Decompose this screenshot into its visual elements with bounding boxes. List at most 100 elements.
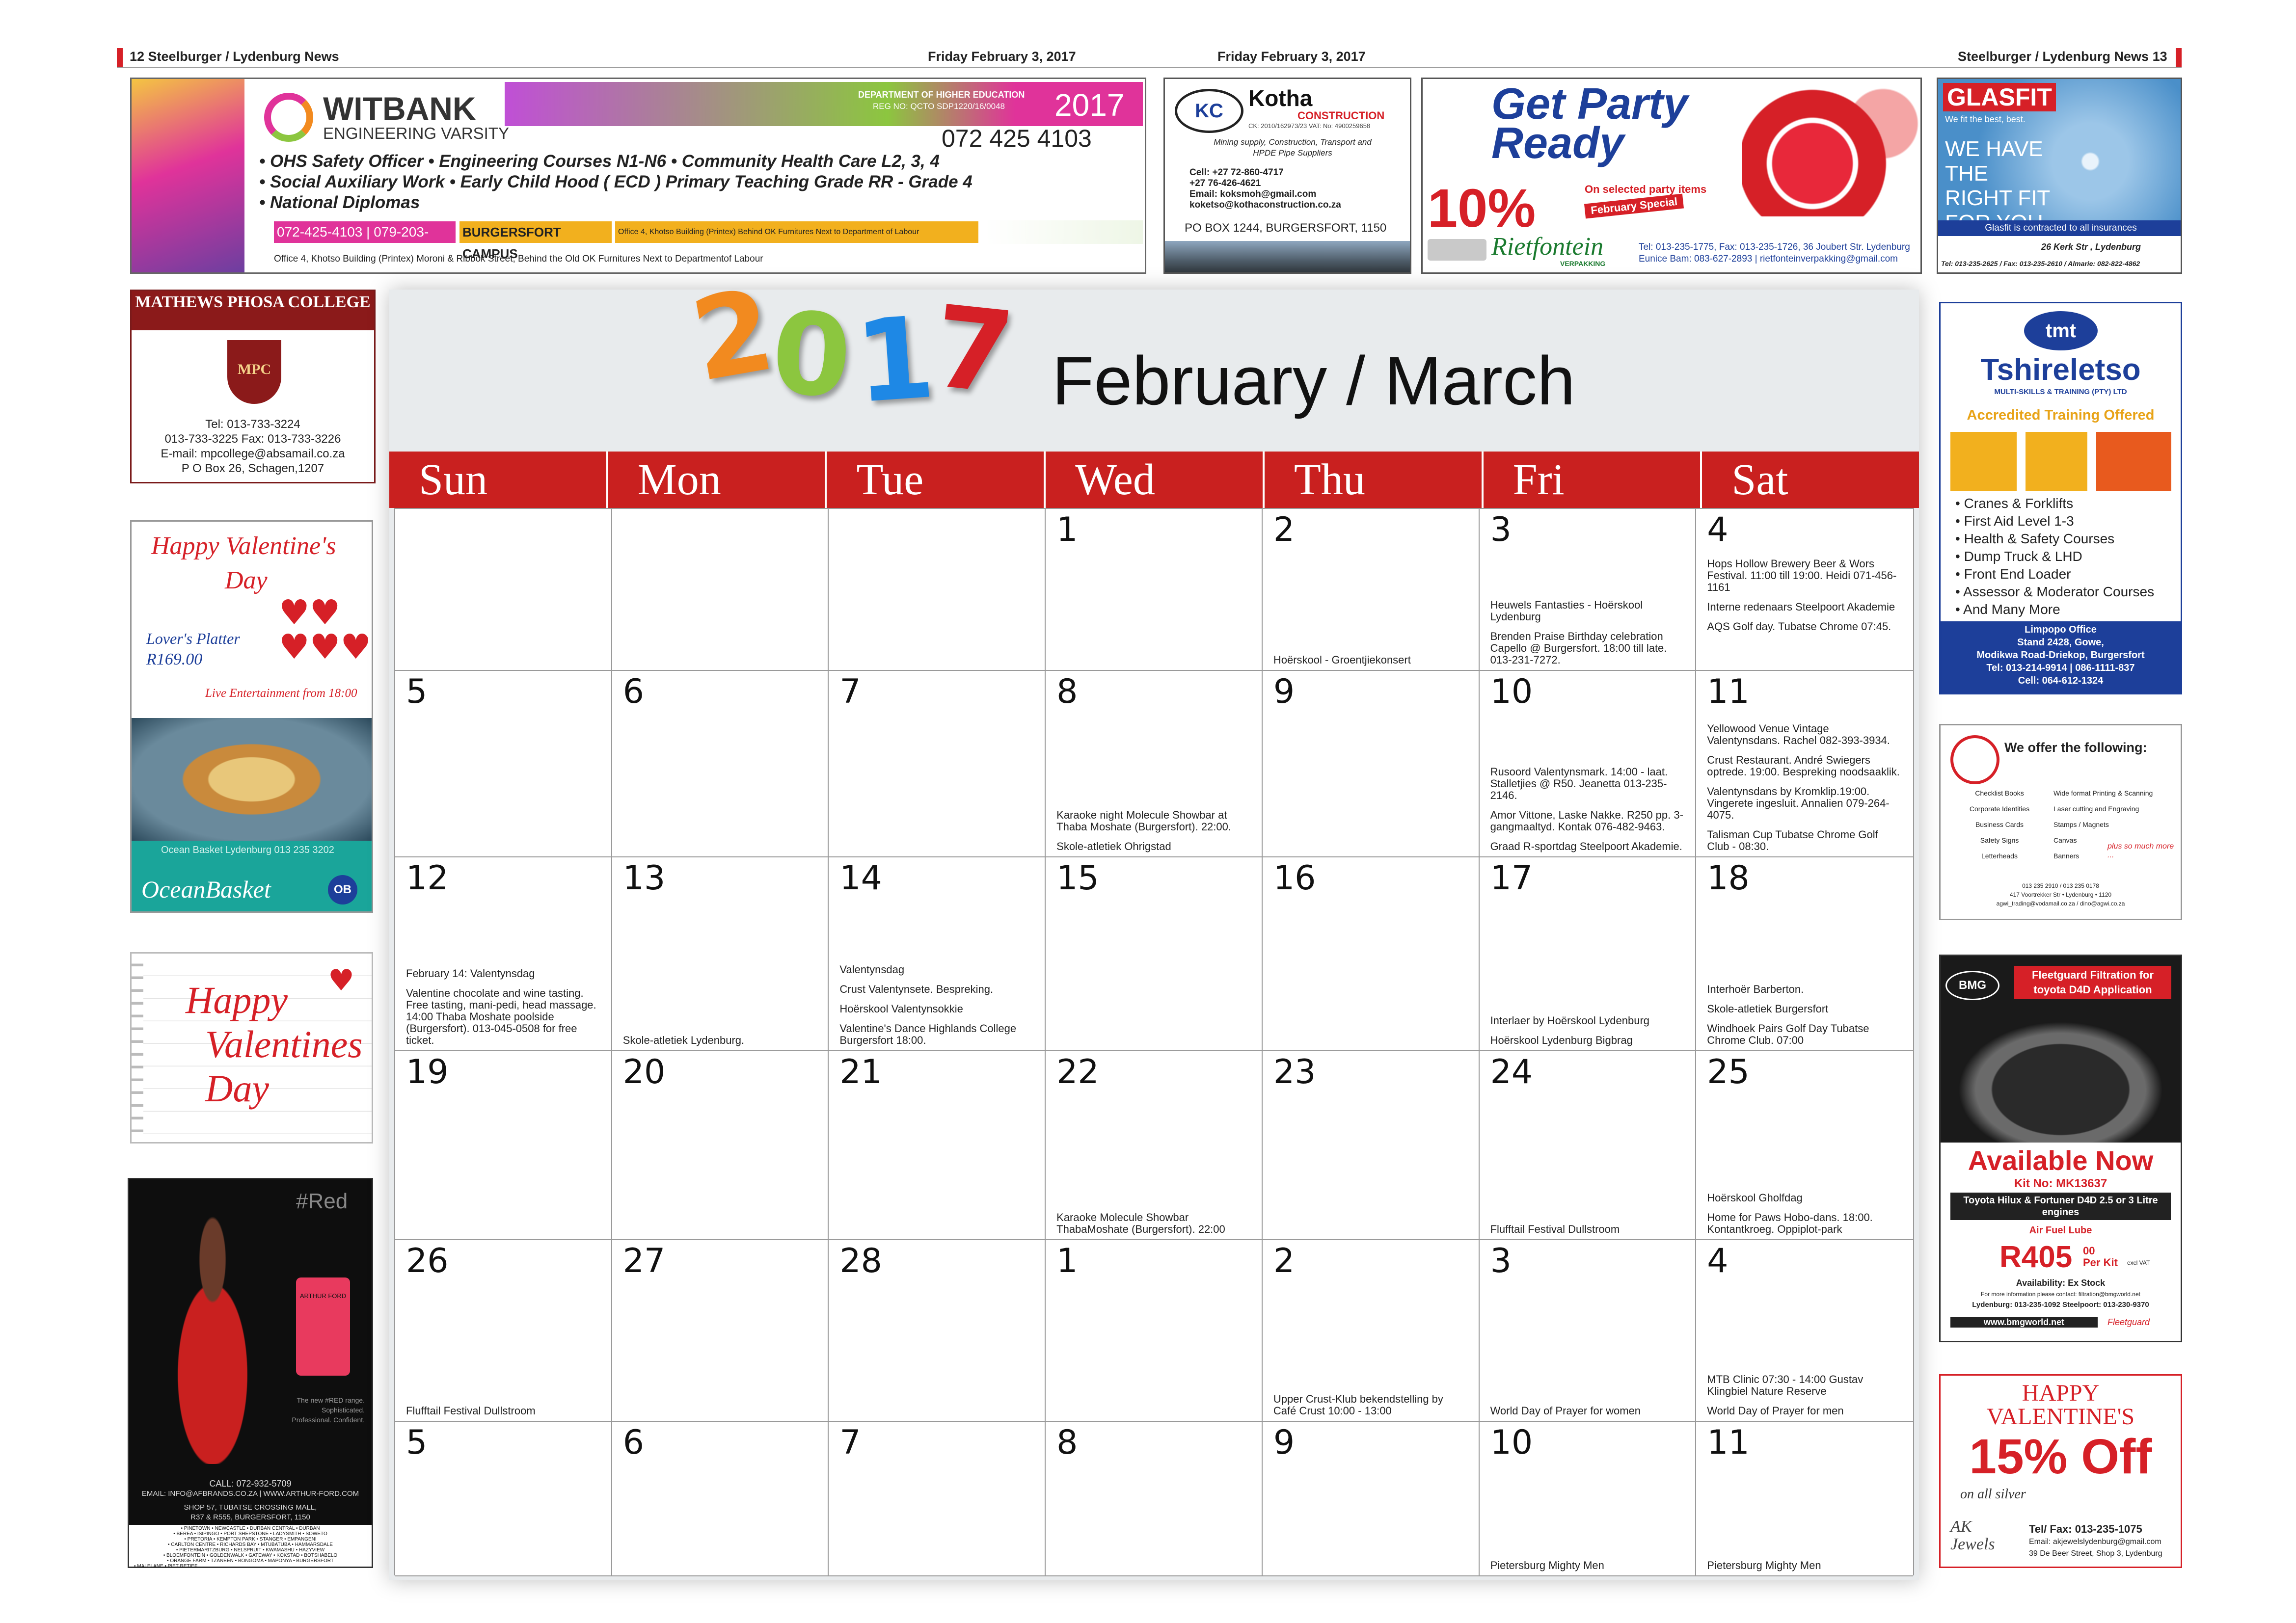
calendar-day-number: 8 <box>1056 1423 1078 1462</box>
tshireletso-course-1: • Cranes & Forklifts <box>1955 496 2074 511</box>
machinery-icons <box>1950 432 2171 491</box>
mathews-crest-icon: MPC <box>227 340 281 404</box>
mathews-phosa-ad[interactable]: MATHEWS PHOSA COLLEGE MPC Tel: 013-733-3… <box>130 290 376 483</box>
calendar-day-events: World Day of Prayer for women <box>1490 1405 1686 1417</box>
calendar-day-cell: 25 Hoërskool Gholfdag Home for Paws Hobo-d… <box>1696 1051 1913 1240</box>
printing-right-3: Stamps / Magnets <box>2053 821 2109 828</box>
calendar-day-cell: 12 February 14: Valentynsdag Valentine cho… <box>395 857 612 1051</box>
tshireletso-ad[interactable]: tmt Tshireletso MULTI-SKILLS & TRAINING … <box>1939 302 2182 694</box>
bmg-ad[interactable]: BMG Fleetguard Filtration for toyota D4D… <box>1939 955 2182 1342</box>
glasfit-note: Glasfit is contracted to all insurances <box>1938 220 2181 236</box>
calendar-month-title: February / March <box>1052 342 1575 419</box>
red-email: EMAIL: INFO@AFBRANDS.CO.ZA | WWW.ARTHUR-… <box>141 1490 359 1498</box>
red-tag: #Red <box>296 1189 348 1213</box>
calendar-day-events: MTB Clinic 07:30 - 14:00 Gustav Klingbie… <box>1707 1374 1903 1417</box>
calendar-event: Hops Hollow Brewery Beer & Wors Festival… <box>1707 558 1897 593</box>
calendar-day-cell: 6 <box>612 671 829 857</box>
right-date: Friday February 3, 2017 <box>1217 49 1366 64</box>
bmg-truck-photo <box>1941 1010 2181 1143</box>
jewels-line-1: HAPPY <box>2022 1380 2100 1406</box>
calendar-event: Karaoke Molecule Showbar ThabaMoshate (B… <box>1056 1211 1225 1235</box>
calendar-day-cell: 19 <box>395 1051 612 1240</box>
calendar-day-cell: 9 <box>1262 1422 1480 1576</box>
witbank-campus-addr: Office 4, Khotso Building (Printex) Behi… <box>615 221 978 243</box>
calendar-day-cell: 16 <box>1262 857 1480 1051</box>
weekday-header: Sun Mon Tue Wed Thu Fri Sat <box>389 452 1919 508</box>
kotha-ck: CK: 2010/162973/23 VAT: No: 4900259658 <box>1248 122 1371 130</box>
bmg-filters: Air Fuel Lube <box>2029 1225 2092 1236</box>
tshireletso-logo-icon: tmt <box>2024 311 2098 350</box>
red-stores-4: • CARLTON CENTRE • RICHARDS BAY • MTUBAT… <box>168 1542 333 1547</box>
ocean-basket-price: R169.00 <box>146 650 203 668</box>
calendar-day-events: Karaoke Molecule Showbar ThabaMoshate (B… <box>1056 1212 1252 1235</box>
calendar-event: Pietersburg Mighty Men <box>1490 1559 1604 1571</box>
printing-right-2: Laser cutting and Engraving <box>2053 805 2139 813</box>
weekday-wed: Wed <box>1046 452 1265 508</box>
bmg-brand: Fleetguard <box>2107 1317 2150 1327</box>
glasfit-ad[interactable]: GLASFIT We fit the best, best. WE HAVE T… <box>1937 78 2182 274</box>
witbank-ad[interactable]: WITBANK ENGINEERING VARSITY DEPARTMENT O… <box>130 78 1146 274</box>
ocean-basket-badge: OB <box>328 875 357 905</box>
glasfit-tag: We fit the best, best. <box>1945 114 2026 124</box>
calendar-day-events: Hoërskool Gholfdag Home for Paws Hobo-dan… <box>1707 1192 1903 1235</box>
perfume-bottle: ARTHUR FORD <box>296 1277 350 1376</box>
mathews-po: P O Box 26, Schagen,1207 <box>181 462 324 475</box>
valentine-note-ad: Happy Valentines Day ♥ <box>130 952 373 1144</box>
kotha-name: Kotha <box>1248 85 1313 111</box>
bmg-kit: Kit No: MK13637 <box>2014 1177 2107 1190</box>
year-digit-3: 1 <box>851 292 939 429</box>
witbank-photo-collage <box>132 79 244 272</box>
party-contact-2: Eunice Bam: 083-627-2893 | rietfonteinve… <box>1639 254 1898 264</box>
calendar-day-cell: 22 Karaoke Molecule Showbar ThabaMoshate … <box>1046 1051 1263 1240</box>
calendar-day-number: 17 <box>1490 859 1533 898</box>
bmg-perkit: Per Kit <box>2083 1256 2118 1269</box>
calendar-day-number: 18 <box>1707 859 1750 898</box>
ocean-basket-ad[interactable]: Happy Valentine's Day ♥♥ ♥♥♥ Lover's Plat… <box>130 520 373 913</box>
calendar-event: Home for Paws Hobo-dans. 18:00. Kontantk… <box>1707 1211 1873 1235</box>
bmg-stock: Availability: Ex Stock <box>2016 1278 2106 1288</box>
kotha-email-1: Email: koksmoh@gmail.com <box>1189 189 1317 199</box>
calendar-event: Skole-atletiek Burgersfort <box>1707 1003 1829 1015</box>
calendar-day-cell: 8 Karaoke night Molecule Showbar at Thaba… <box>1046 671 1263 857</box>
heart-icon: ♥ <box>328 963 354 998</box>
calendar-day-cell: 10 Pietersburg Mighty Men <box>1479 1422 1697 1576</box>
valentine-note-line-3: Day <box>205 1067 269 1110</box>
party-special: February Special <box>1584 193 1684 219</box>
ocean-basket-contact: Ocean Basket Lydenburg 013 235 3202 <box>161 845 334 855</box>
calendar-day-number: 9 <box>1273 1423 1295 1462</box>
kotha-ad[interactable]: KC Kotha CONSTRUCTION CK: 2010/162973/23… <box>1163 78 1411 274</box>
red-stores-6: • BLOEMFONTEIN • GOLDENWALK • GATEWAY • … <box>163 1553 338 1558</box>
calendar-day-cell <box>612 509 829 671</box>
witbank-banner <box>505 82 1143 126</box>
weekday-tue: Tue <box>827 452 1046 508</box>
printing-ad[interactable]: We offer the following: Checklist Books … <box>1939 724 2182 920</box>
kotha-desc: Mining supply, Construction, Transport a… <box>1214 137 1372 158</box>
calendar-event: Amor Vittone, Laske Nakke. R250 pp. 3-ga… <box>1490 809 1683 833</box>
calendar-day-cell: 24 Flufftail Festival Dullstroom <box>1479 1051 1697 1240</box>
party-plates-photo <box>1742 84 1918 216</box>
party-ad[interactable]: Get Party Ready 10% On selected party it… <box>1421 78 1922 274</box>
witbank-year: 2017 <box>1054 87 1125 123</box>
witbank-sub: ENGINEERING VARSITY <box>323 124 509 142</box>
calendar-day-cell: 7 <box>829 1422 1046 1576</box>
calendar-day-number: 1 <box>1056 510 1078 549</box>
ocean-basket-title-1: Happy Valentine's <box>151 532 336 560</box>
ak-jewels-ad[interactable]: HAPPY VALENTINE'S 15% Off on all silver … <box>1939 1374 2182 1568</box>
calendar-day-events: Hoërskool - Groentjiekonsert <box>1273 654 1469 666</box>
bmg-head: Fleetguard Filtration for toyota D4D App… <box>2014 966 2171 999</box>
kotha-po: PO BOX 1244, BURGERSFORT, 1150 <box>1185 221 1387 235</box>
calendar-day-cell: 18 Interhoër Barberton. Skole-atletiek Bur… <box>1696 857 1913 1051</box>
red-stores-5: • PIETERMARITZBURG • NELSPRUIT • KWAMASH… <box>176 1547 325 1553</box>
weekday-sat: Sat <box>1731 455 1788 504</box>
tshireletso-course-7: • And Many More <box>1955 602 2060 617</box>
calendar-day-cell: 4 Hops Hollow Brewery Beer & Wors Festiva… <box>1696 509 1913 671</box>
calendar-day-number: 20 <box>622 1053 666 1091</box>
calendar-day-events: Interlaer by Hoërskool Lydenburg Hoërskoo… <box>1490 1015 1686 1046</box>
calendar-day-cell: 10 Rusoord Valentynsmark. 14:00 - laat. S… <box>1479 671 1697 857</box>
arthur-ford-ad[interactable]: #Red ARTHUR FORD The new #RED range. Sop… <box>128 1178 373 1568</box>
weekday-sun: Sun <box>389 452 608 508</box>
calendar-day-cell: 7 <box>829 671 1046 857</box>
calendar-day-events: Flufftail Festival Dullstroom <box>406 1405 601 1417</box>
calendar-day-number: 21 <box>839 1053 882 1091</box>
mathews-email: E-mail: mpcollege@absamail.co.za <box>161 447 345 460</box>
